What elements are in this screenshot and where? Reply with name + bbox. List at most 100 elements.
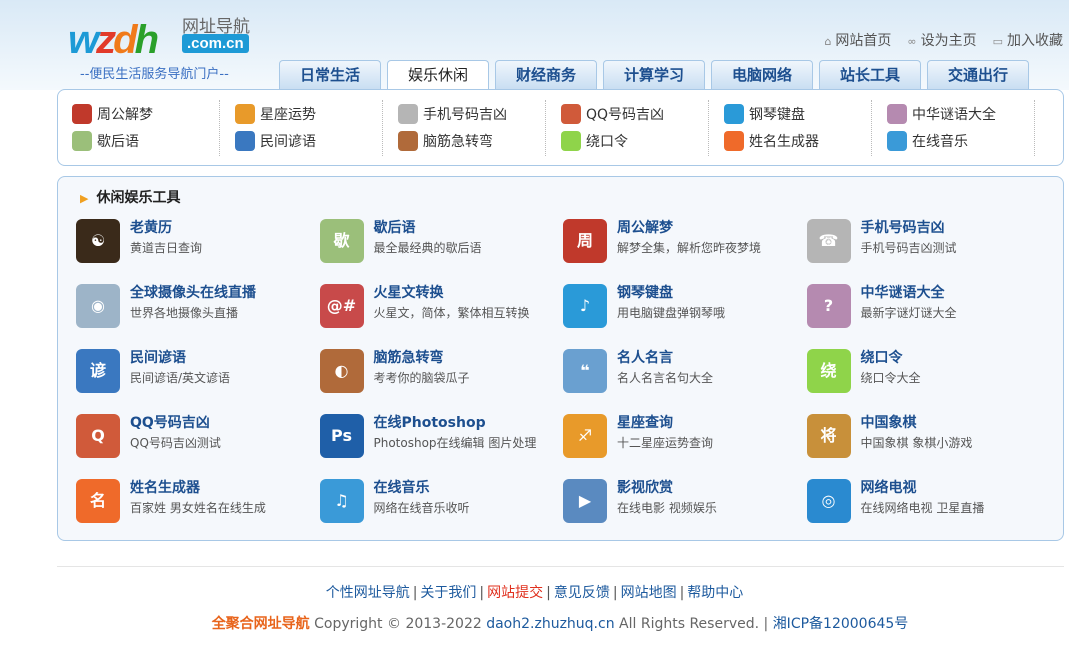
footer-separator: |	[412, 585, 418, 601]
tool-item[interactable]: ☎ 手机号码吉凶 手机号码吉凶测试	[806, 217, 1047, 263]
tool-desc: 名人名言名句大全	[617, 371, 714, 385]
tool-item[interactable]: 绕绕口令 绕口令大全	[806, 347, 1047, 393]
icp-link[interactable]: 湘ICP备12000645号	[773, 616, 909, 632]
tool-name[interactable]: QQ号码吉凶	[130, 412, 210, 432]
footer-divider	[57, 566, 1064, 567]
tool-name[interactable]: 全球摄像头在线直播	[130, 282, 256, 302]
quick-link[interactable]: 绕口令	[561, 127, 708, 154]
copyright-brand[interactable]: 全聚合网址导航	[212, 616, 310, 632]
quick-link-icon	[561, 130, 581, 151]
tool-icon: ?	[806, 284, 851, 328]
tool-name[interactable]: 星座查询	[617, 412, 673, 432]
tool-item[interactable]: ◎ 网络电视 在线网络电视 卫星直播	[806, 477, 1047, 523]
footer-separator: |	[479, 585, 485, 601]
bookmark-link[interactable]: ▭ 加入收藏	[993, 30, 1063, 50]
quick-link-icon	[235, 103, 255, 124]
tool-item[interactable]: Ps 在线Photoshop Photoshop在线编辑 图片处理	[319, 412, 560, 458]
footer-link[interactable]: 帮助中心	[687, 585, 743, 601]
quick-link[interactable]: QQ号码吉凶	[561, 100, 708, 127]
quick-link[interactable]: 手机号码吉凶	[398, 100, 545, 127]
tool-item[interactable]: ♐ 星座查询 十二星座运势查询	[563, 412, 803, 458]
tool-name[interactable]: 钢琴键盘	[617, 282, 673, 302]
tab-5[interactable]: 站长工具	[819, 60, 921, 89]
tab-3[interactable]: 计算学习	[603, 60, 705, 89]
tool-item[interactable]: Q QQ号码吉凶 QQ号码吉凶测试	[76, 412, 316, 458]
quick-link-label: 歇后语	[97, 133, 139, 150]
tool-item[interactable]: 将中国象棋 中国象棋 象棋小游戏	[806, 412, 1047, 458]
quick-link-label: 脑筋急转弯	[423, 133, 493, 150]
tool-desc: 中国象棋 象棋小游戏	[860, 436, 973, 450]
tool-item[interactable]: ❝ 名人名言 名人名言名句大全	[563, 347, 803, 393]
tool-item[interactable]: ☯ 老黄历 黄道吉日查询	[76, 217, 316, 263]
quick-link[interactable]: 姓名生成器	[724, 127, 871, 154]
quick-link-icon	[398, 103, 418, 124]
tool-item[interactable]: ◐ 脑筋急转弯 考考你的脑袋瓜子	[319, 347, 560, 393]
tab-6[interactable]: 交通出行	[927, 60, 1029, 89]
set-homepage-label: 设为主页	[920, 33, 977, 49]
quick-link[interactable]: 在线音乐	[887, 127, 1034, 154]
tool-item[interactable]: 名姓名生成器 百家姓 男女姓名在线生成	[76, 477, 316, 523]
quick-link[interactable]: 中华谜语大全	[887, 100, 1034, 127]
tool-desc: 黄道吉日查询	[130, 241, 203, 255]
tab-4[interactable]: 电脑网络	[711, 60, 813, 89]
quick-link[interactable]: 星座运势	[235, 100, 382, 127]
tool-icon: @#	[319, 284, 364, 328]
tool-name[interactable]: 绕口令	[861, 347, 903, 367]
copyright-domain[interactable]: daoh2.zhuzhuq.cn	[486, 616, 614, 632]
tool-name[interactable]: 歇后语	[374, 217, 416, 237]
tool-name[interactable]: 网络电视	[861, 477, 917, 497]
section-title: ▶ 休闲娱乐工具	[80, 187, 180, 207]
tool-icon: ◎	[806, 479, 851, 523]
tool-item[interactable]: ♪ 钢琴键盘 用电脑键盘弹钢琴哦	[563, 282, 803, 328]
tab-0[interactable]: 日常生活	[279, 60, 381, 89]
home-link[interactable]: ⌂ 网站首页	[824, 30, 891, 50]
tool-name[interactable]: 手机号码吉凶	[861, 217, 945, 237]
set-homepage-link[interactable]: ∞ 设为主页	[907, 30, 976, 50]
tab-2[interactable]: 财经商务	[495, 60, 597, 89]
tool-icon: 名	[76, 479, 120, 523]
tool-name[interactable]: 名人名言	[617, 347, 673, 367]
tool-name[interactable]: 脑筋急转弯	[374, 347, 444, 367]
quick-link[interactable]: 民间谚语	[235, 127, 382, 154]
quick-link-label: 周公解梦	[97, 106, 153, 123]
quick-link-label: 在线音乐	[912, 133, 968, 150]
quick-link[interactable]: 歇后语	[72, 127, 219, 154]
tool-name[interactable]: 周公解梦	[617, 217, 673, 237]
tool-name[interactable]: 民间谚语	[130, 347, 186, 367]
quick-link-label: 钢琴键盘	[749, 106, 805, 123]
quick-link[interactable]: 钢琴键盘	[724, 100, 871, 127]
tool-item[interactable]: 歇歇后语 最全最经典的歇后语	[319, 217, 560, 263]
tool-icon: 周	[563, 219, 607, 263]
tool-item[interactable]: 谚民间谚语 民间谚语/英文谚语	[76, 347, 316, 393]
tool-name[interactable]: 在线音乐	[374, 477, 430, 497]
tool-item[interactable]: ▶ 影视欣赏 在线电影 视频娱乐	[563, 477, 803, 523]
site-logo[interactable]: wzdh 网址导航 .com.cn	[68, 10, 258, 62]
tool-item[interactable]: ? 中华谜语大全 最新字谜灯谜大全	[806, 282, 1047, 328]
footer-separator: |	[546, 585, 551, 601]
copyright-text: Copyright © 2013-2022	[314, 616, 482, 632]
footer-link[interactable]: 个性网址导航	[326, 585, 410, 601]
tab-1[interactable]: 娱乐休闲	[387, 60, 489, 90]
tool-icon: 歇	[319, 219, 364, 263]
tool-name[interactable]: 影视欣赏	[617, 477, 673, 497]
tool-name[interactable]: 中国象棋	[861, 412, 917, 432]
quick-link[interactable]: 脑筋急转弯	[398, 127, 545, 154]
tool-name[interactable]: 中华谜语大全	[861, 282, 945, 302]
tool-item[interactable]: ◉ 全球摄像头在线直播 世界各地摄像头直播	[76, 282, 316, 328]
tool-name[interactable]: 姓名生成器	[130, 477, 200, 497]
tool-icon: ◐	[319, 349, 364, 393]
tool-item[interactable]: ♫ 在线音乐 网络在线音乐收听	[319, 477, 560, 523]
footer-link[interactable]: 关于我们	[420, 585, 476, 601]
quick-link[interactable]: 周公解梦	[72, 100, 219, 127]
footer-link[interactable]: 意见反馈	[554, 585, 610, 601]
tool-name[interactable]: 老黄历	[130, 217, 172, 237]
tool-item[interactable]: 周周公解梦 解梦全集，解析您昨夜梦境	[563, 217, 803, 263]
footer-link[interactable]: 网站提交	[487, 585, 543, 601]
tool-name[interactable]: 在线Photoshop	[374, 412, 486, 432]
quick-link-icon	[561, 103, 581, 124]
quick-link-icon	[887, 130, 907, 151]
quick-link-label: QQ号码吉凶	[586, 106, 665, 123]
tool-item[interactable]: @# 火星文转换 火星文，简体，繁体相互转换	[319, 282, 560, 328]
footer-link[interactable]: 网站地图	[621, 585, 677, 601]
tool-name[interactable]: 火星文转换	[374, 282, 444, 302]
